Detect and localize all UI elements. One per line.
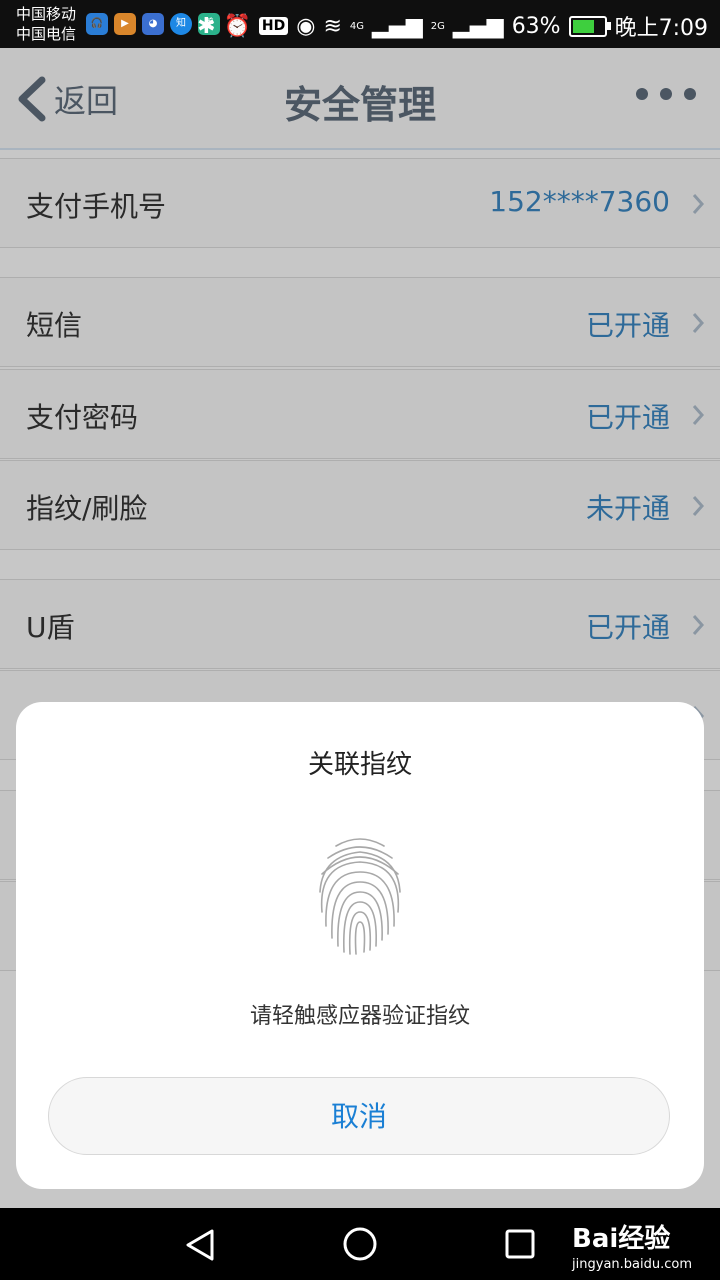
baidu-jingyan-watermark: Bai经验 jingyan.baidu.com [572,1218,692,1272]
home-nav-icon[interactable] [342,1226,378,1262]
fingerprint-dialog: 关联指纹 请轻触感应器验证指纹 取消 [16,702,704,1189]
title-bar: 返回 安全管理 [0,48,720,150]
baidu-app-icon: ◕ [142,13,164,35]
navigation-bar: Bai经验 jingyan.baidu.com [0,1208,720,1280]
status-right: ✱ ⏰ HD ◉ ≋ 4G ▂▄▆ 2G ▂▄▆ 63% 晚上7:09 [197,10,708,42]
battery-percent: 63% [511,13,561,39]
carrier-info: 中国移动 中国电信 [16,4,76,44]
signal-2g-label: 2G [430,20,445,32]
bluetooth-icon: ✱ [197,13,216,39]
list-item-payment-phone[interactable]: 支付手机号 152****7360 [0,158,720,248]
item-value: 已开通 [585,309,670,342]
list-item-fingerprint-face[interactable]: 指纹/刷脸 未开通 [0,460,720,550]
page-title: 安全管理 [283,83,436,127]
more-menu-button[interactable] [636,88,696,100]
chevron-right-icon [692,615,705,635]
list-item-pay-password[interactable]: 支付密码 已开通 [0,369,720,459]
eye-icon: ◉ [296,13,316,39]
item-value: 152****7360 [489,185,670,218]
battery-icon [568,15,611,37]
clock: 晚上7:09 [614,16,708,41]
cancel-button[interactable]: 取消 [48,1077,670,1155]
item-label: 支付手机号 [26,190,167,223]
carrier-2: 中国电信 [16,25,77,43]
list-item-u-shield[interactable]: U盾 已开通 [0,579,720,669]
carrier-1: 中国移动 [16,5,77,23]
item-value: 未开通 [585,492,670,525]
video-app-icon: ▶ [114,13,136,35]
watermark-brand: Bai经验 [572,1224,671,1254]
signal-icon: ▂▄▆ [372,13,423,39]
item-label: 支付密码 [26,401,139,434]
alarm-icon: ⏰ [223,13,251,39]
chevron-right-icon [692,496,705,516]
item-value: 已开通 [585,611,670,644]
item-value: 已开通 [585,401,670,434]
hd-icon: HD [258,17,289,35]
list-item-sms[interactable]: 短信 已开通 [0,277,720,367]
dialog-hint: 请轻触感应器验证指纹 [249,1004,470,1029]
item-label: U盾 [26,611,75,644]
headset-icon: 🎧 [86,13,108,35]
dialog-title: 关联指纹 [307,750,412,780]
wifi-icon: ≋ [323,13,342,39]
signal-4g-label: 4G [349,20,365,32]
chevron-right-icon [692,313,705,333]
recents-nav-icon[interactable] [504,1228,536,1260]
fingerprint-icon [319,838,401,955]
chevron-right-icon [692,405,705,425]
chevron-right-icon [692,194,705,214]
dot-icon [684,88,696,100]
status-bar: 中国移动 中国电信 🎧 ▶ ◕ 知 美 ··· ✱ ⏰ HD ◉ ≋ 4G ▂▄… [0,0,720,48]
dot-icon [660,88,672,100]
zhihu-app-icon: 知 [170,13,192,35]
item-label: 短信 [26,309,83,342]
dot-icon [636,88,648,100]
item-label: 指纹/刷脸 [26,492,148,525]
back-nav-icon[interactable] [184,1228,216,1262]
signal-2-icon: ▂▄▆ [452,13,504,39]
watermark-url: jingyan.baidu.com [572,1257,692,1272]
